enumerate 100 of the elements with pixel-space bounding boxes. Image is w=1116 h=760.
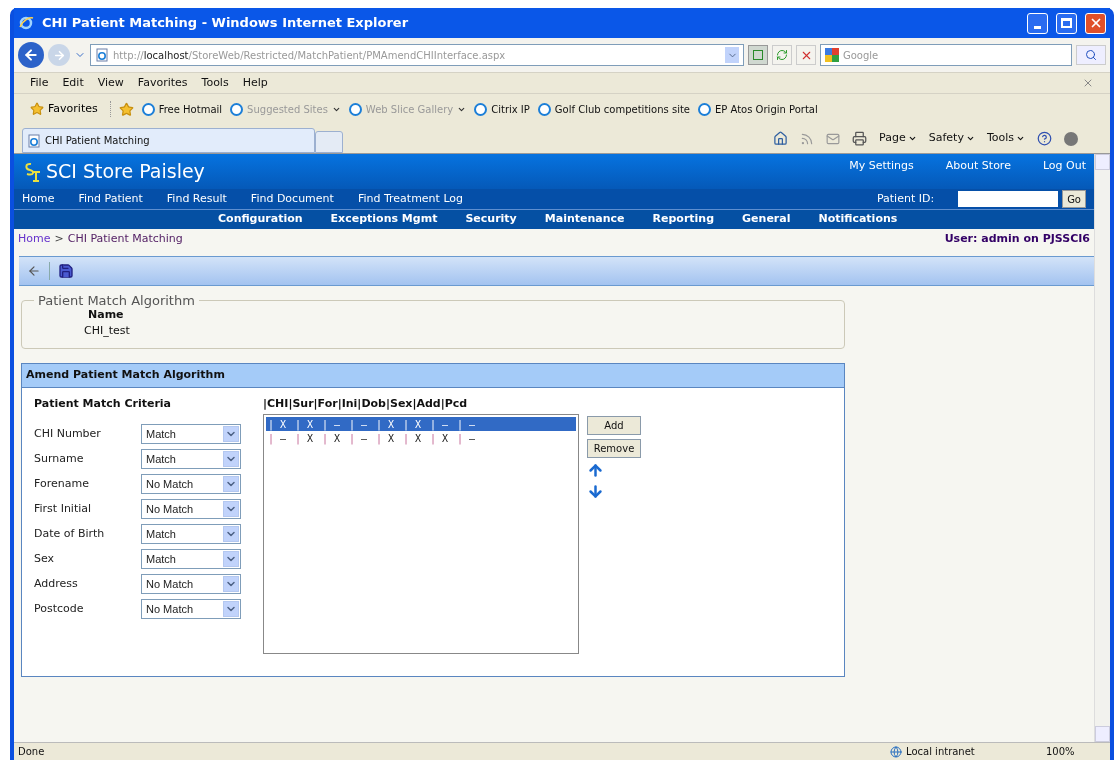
zoom-text[interactable]: 100%: [1046, 744, 1106, 759]
criteria-label: Postcode: [34, 600, 85, 617]
refresh-button[interactable]: [772, 45, 792, 65]
back-button[interactable]: [18, 42, 44, 68]
menu-item[interactable]: Help: [242, 74, 268, 92]
add-favorite-icon[interactable]: [118, 101, 134, 117]
criteria-label: CHI Number: [34, 425, 102, 442]
zone-text: Local intranet: [906, 745, 976, 759]
criteria-label: Sex: [34, 550, 56, 567]
back-arrow-icon[interactable]: [27, 264, 41, 278]
header-link[interactable]: About Store: [945, 158, 1011, 175]
nav-link[interactable]: Find Treatment Log: [357, 190, 464, 208]
mail-icon[interactable]: [826, 131, 841, 146]
match-dropdown[interactable]: No Match: [141, 499, 241, 519]
main-menu-item[interactable]: General: [742, 211, 791, 228]
breadcrumb-separator: >: [54, 230, 64, 247]
menu-item[interactable]: File: [30, 74, 49, 92]
scrollbar[interactable]: [1094, 154, 1110, 742]
nav-link[interactable]: Find Result: [166, 190, 227, 208]
nav-link[interactable]: Find Document: [250, 190, 334, 208]
home-icon[interactable]: [773, 131, 789, 146]
maximize-button[interactable]: [1056, 12, 1077, 34]
rule-list-item[interactable]: | – | X | X | – | X | X | X | –: [266, 431, 576, 445]
header-link[interactable]: My Settings: [849, 158, 914, 175]
browser-logo-icon: [18, 15, 34, 31]
list-action-button[interactable]: Add: [587, 416, 641, 435]
compatibility-button[interactable]: [748, 45, 768, 65]
forward-arrow-icon: [52, 48, 66, 62]
breadcrumb-current: CHI Patient Matching: [67, 230, 184, 247]
criteria-label: First Initial: [34, 500, 93, 517]
menu-item[interactable]: Tools: [201, 74, 229, 92]
match-dropdown[interactable]: No Match: [141, 599, 241, 619]
caret-icon: [965, 134, 975, 143]
panel-header: Amend Patient Match Algorithm: [22, 364, 844, 388]
favorites-button[interactable]: Favorites: [30, 100, 111, 118]
close-button[interactable]: [1085, 12, 1106, 34]
breadcrumb-link[interactable]: Home: [18, 230, 51, 248]
url-text: http://localhost/StoreWeb/Restricted/MatchPatient/PMAmendCHIInterface.aspx: [113, 48, 507, 63]
main-menu-item[interactable]: Maintenance: [544, 211, 625, 228]
address-field[interactable]: http://localhost/StoreWeb/Restricted/MatchPatient/PMAmendCHIInterface.aspx: [90, 44, 744, 66]
tab-page-icon: [27, 133, 41, 148]
command-menu[interactable]: Safety: [928, 130, 975, 147]
main-menu-item[interactable]: Configuration: [218, 211, 303, 228]
match-dropdown[interactable]: Match: [141, 549, 241, 569]
main-menu-item[interactable]: Exceptions Mgmt: [330, 211, 438, 228]
match-dropdown[interactable]: Match: [141, 424, 241, 444]
minimize-button[interactable]: [1027, 12, 1048, 34]
status-text: Done: [18, 745, 46, 759]
site-title: SCI Store Paisley: [46, 159, 206, 185]
save-icon[interactable]: [58, 263, 74, 279]
command-menu[interactable]: Tools: [986, 130, 1025, 147]
menu-item[interactable]: View: [97, 74, 124, 92]
favorite-link[interactable]: Citrix IP: [474, 101, 530, 117]
stop-button[interactable]: [796, 45, 816, 65]
criteria-label: Forename: [34, 475, 90, 492]
criteria-label: Address: [34, 575, 79, 592]
match-dropdown[interactable]: No Match: [141, 574, 241, 594]
nav-link[interactable]: Find Patient: [78, 190, 143, 208]
patient-id-field[interactable]: [958, 191, 1059, 207]
globe-icon: [890, 745, 902, 758]
menu-item[interactable]: Favorites: [137, 74, 188, 92]
criteria-label: Date of Birth: [34, 525, 106, 542]
main-menu-item[interactable]: Security: [465, 211, 517, 228]
print-icon[interactable]: [852, 131, 868, 146]
site-logo-icon: [22, 160, 42, 183]
header-link[interactable]: Log Out: [1042, 158, 1086, 175]
rule-list[interactable]: | X | X | – | – | X | X | – | – | – | X | X | – | X | X | X | –: [263, 414, 579, 654]
user-info: User: admin on PJSSCI6: [944, 230, 1090, 247]
favorite-link[interactable]: EP Atos Origin Portal: [698, 101, 818, 117]
match-dropdown[interactable]: No Match: [141, 474, 241, 494]
criteria-label: Surname: [34, 450, 85, 467]
close-icon[interactable]: [1082, 77, 1094, 89]
move-down-icon[interactable]: [587, 483, 604, 500]
rule-list-item[interactable]: | X | X | – | – | X | X | – | –: [266, 417, 576, 431]
match-dropdown[interactable]: Match: [141, 449, 241, 469]
list-header: |CHI|Sur|For|Ini|Dob|Sex|Add|Pcd: [263, 395, 469, 412]
main-menu-item[interactable]: Reporting: [652, 211, 715, 228]
patient-id-label: Patient ID:: [876, 190, 935, 207]
feeds-icon[interactable]: [800, 131, 815, 146]
caret-icon: [1016, 134, 1025, 143]
menu-item[interactable]: Edit: [62, 74, 84, 92]
browser-tab[interactable]: CHI Patient Matching: [22, 128, 315, 153]
window-title: CHI Patient Matching - Windows Internet Explorer: [42, 14, 410, 33]
search-provider-icon: [825, 48, 839, 62]
favorite-link[interactable]: Free Hotmail: [141, 101, 223, 117]
go-button[interactable]: Go: [1062, 190, 1086, 208]
help-icon[interactable]: [1037, 131, 1052, 146]
match-dropdown[interactable]: Match: [141, 524, 241, 544]
main-menu-item[interactable]: Notifications: [818, 211, 898, 228]
favorite-link[interactable]: Golf Club competitions site: [537, 101, 690, 117]
move-up-icon[interactable]: [587, 462, 604, 479]
search-button[interactable]: [1076, 45, 1106, 65]
command-menu[interactable]: Page: [879, 130, 917, 147]
star-icon: [30, 102, 44, 116]
nav-link[interactable]: Home: [22, 190, 55, 208]
algorithm-name: CHI_test: [84, 323, 130, 339]
search-icon: [1085, 49, 1097, 61]
list-action-button[interactable]: Remove: [587, 439, 641, 458]
refresh-icon: [776, 49, 788, 61]
criteria-title: Patient Match Criteria: [34, 395, 172, 412]
